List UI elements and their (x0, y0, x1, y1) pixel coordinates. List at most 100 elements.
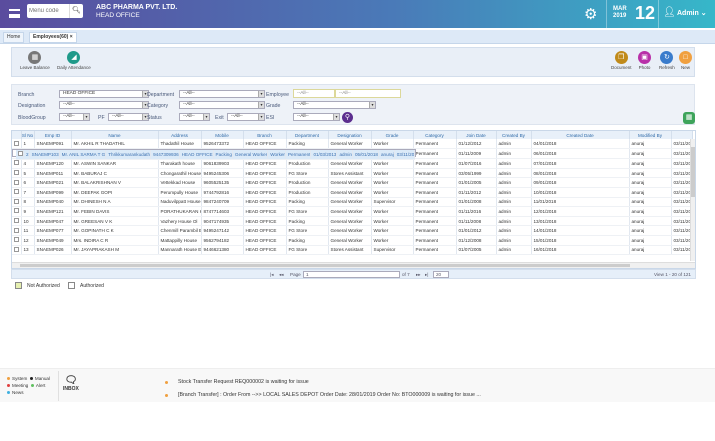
row-checkbox[interactable] (14, 208, 19, 214)
bloodgroup-select[interactable]: --All-- ▾ (59, 113, 90, 121)
column-header[interactable]: Address (158, 131, 202, 139)
column-header[interactable]: Created By (496, 131, 532, 139)
row-checkbox[interactable] (14, 218, 19, 224)
prev-page-button[interactable]: ◂◂ (279, 272, 284, 278)
table-row[interactable]: 2 SNAEMP103 Mr. ANIL SARMA T G Thrikkumaran… (12, 149, 417, 161)
table-row[interactable]: 1 SNAEMP091 Mr. AKHIL R THADATHIL Thadathil… (12, 139, 693, 150)
table-cell: 01/11/2008 (456, 216, 497, 227)
table-row[interactable]: 11 SNAEMP077 Mr. GOPINATH C K Chenmill Para… (12, 225, 693, 236)
table-cell: 9526473372 (201, 139, 244, 150)
column-header[interactable] (671, 131, 693, 139)
vertical-scrollbar[interactable] (690, 139, 695, 261)
tab-employees[interactable]: HomeEmployees(60) × (29, 32, 77, 43)
user-menu[interactable]: Admin ⌄ (677, 9, 707, 17)
category-select[interactable]: --All-- ▾ (179, 101, 265, 109)
table-row[interactable]: 8 SNAEMP040 Mr. DHINESH N A Naduvilppatt Ho… (12, 197, 693, 208)
search-icon[interactable]: 🔍︎ (69, 4, 83, 18)
column-header[interactable]: Modified By (629, 131, 672, 139)
column-header[interactable]: Designation (328, 131, 372, 139)
close-tab-icon[interactable]: × (70, 34, 73, 40)
table-row[interactable]: 13 SNAEMP026 Mr. JAYAPRAKASH M Mannarath Ho… (12, 245, 693, 256)
document-button[interactable]: ❐ Document (611, 51, 632, 70)
table-cell: General Worker (328, 206, 372, 217)
column-header[interactable]: Mobile (201, 131, 244, 139)
photo-button[interactable]: ▣ Photo (638, 51, 651, 70)
designation-select[interactable]: --All-- ▾ (59, 101, 149, 109)
table-cell: FG Store (286, 206, 329, 217)
horizontal-scrollbar[interactable] (12, 262, 695, 268)
table-cell: FG Store (286, 168, 329, 179)
column-header[interactable]: Created Date (531, 131, 630, 139)
column-header[interactable]: Branch (243, 131, 287, 139)
hamburger-menu-icon[interactable] (9, 9, 20, 18)
row-checkbox[interactable] (14, 237, 19, 243)
row-checkbox[interactable] (14, 198, 19, 204)
tab-home[interactable]: Home (3, 32, 25, 43)
new-button[interactable]: □ New (679, 51, 692, 70)
table-cell: Mr. ANIL SARMA T G (59, 150, 107, 161)
page-input[interactable]: 1 (303, 271, 400, 278)
gear-icon[interactable]: ⚙ (584, 5, 597, 23)
row-checkbox-cell (12, 225, 22, 236)
table-cell: Naduvilppatt House (158, 197, 202, 208)
row-checkbox[interactable] (14, 179, 19, 185)
employee-to-input[interactable]: --All-- (335, 89, 401, 98)
last-page-button[interactable]: ▸| (425, 272, 429, 278)
column-header[interactable]: Department (286, 131, 329, 139)
column-header[interactable]: Name (71, 131, 159, 139)
column-header[interactable]: Grade (371, 131, 414, 139)
first-page-button[interactable]: |◂ (270, 272, 274, 278)
table-cell: 01/01/2005 (456, 177, 497, 188)
search-button[interactable]: ⚲ (342, 112, 353, 123)
table-cell: 01/11/2012 (456, 187, 497, 198)
row-checkbox[interactable] (14, 189, 19, 195)
row-checkbox[interactable] (14, 227, 19, 233)
row-checkbox[interactable] (18, 151, 23, 157)
table-row[interactable]: 10 SNAEMP047 Mr. GREESAN V K Vazhery House … (12, 216, 693, 227)
leave-balance-button[interactable]: ▦ Leave Balance (20, 51, 50, 70)
table-row[interactable]: 9 SNAEMP121 Mr. FEBIN DAVIS PORATHUKARAN H8… (12, 206, 693, 217)
exit-select[interactable]: --All-- ▾ (227, 113, 265, 121)
table-row[interactable]: 6 SNAEMP021 Mr. BALAKRISHNAN V Vettekkad Ho… (12, 177, 693, 188)
menu-code-input[interactable] (29, 6, 67, 16)
grade-select[interactable]: --All-- ▾ (293, 101, 376, 109)
inbox-button[interactable]: 🗨︎ INBOX (63, 375, 79, 392)
column-header[interactable]: Category (413, 131, 457, 139)
notification-message[interactable]: [Branch Transfer] : Order From -->> LOCA… (178, 392, 481, 398)
next-page-button[interactable]: ▸▸ (416, 272, 421, 278)
export-excel-icon[interactable]: ▦ (683, 112, 695, 124)
column-header[interactable]: Sl No (21, 131, 35, 139)
table-cell: admin (496, 235, 532, 246)
table-cell: 10 (21, 216, 35, 227)
table-row[interactable]: 7 SNAEMP099 Mr. DEEPAK GOPI Perumpully Hous… (12, 187, 693, 198)
refresh-button[interactable]: ↻ Refresh (659, 51, 675, 70)
employee-from-input[interactable]: --All-- (293, 89, 335, 98)
notification-message[interactable]: Stock Transfer Request REQ000002 is wait… (178, 379, 309, 385)
table-row[interactable]: 12 SNAEMP049 Mrs. INDIRA C R Mattappilly Ho… (12, 235, 693, 246)
rows-per-page-select[interactable]: 20 (433, 271, 449, 278)
row-checkbox-cell (12, 139, 22, 150)
table-cell: anuraj (629, 216, 672, 227)
column-header[interactable]: Emp ID (34, 131, 72, 139)
column-header[interactable]: Join Date (456, 131, 497, 139)
table-row[interactable]: 5 SNAEMP011 Mr. BABURAJ C Chongarathil Hous… (12, 168, 693, 179)
status-select[interactable]: --All-- ▾ (179, 113, 210, 121)
company-name: ABC PHARMA PVT. LTD. (96, 4, 178, 11)
table-cell: 01/07/2005 (456, 245, 497, 256)
daily-attendance-button[interactable]: ◢ Daily Attendance (57, 51, 91, 70)
table-cell: 9 (21, 206, 35, 217)
table-cell: General Worker (328, 187, 372, 198)
row-checkbox[interactable] (14, 160, 19, 166)
page-count: of 7 (402, 272, 410, 277)
row-checkbox[interactable] (14, 246, 19, 252)
legend-item: Manual (29, 376, 50, 381)
table-cell: FG Store (286, 245, 329, 256)
department-select[interactable]: --All-- ▾ (179, 90, 265, 98)
esi-select[interactable]: --All-- ▾ (293, 113, 340, 121)
pf-select[interactable]: --All-- ▾ (108, 113, 149, 121)
table-cell: Mr. JAYAPRAKASH M (71, 245, 159, 256)
row-checkbox[interactable] (14, 170, 19, 176)
row-checkbox[interactable] (14, 140, 19, 146)
table-cell: anuraj (629, 168, 672, 179)
branch-select[interactable]: HEAD OFFICE ▾ (59, 90, 149, 98)
